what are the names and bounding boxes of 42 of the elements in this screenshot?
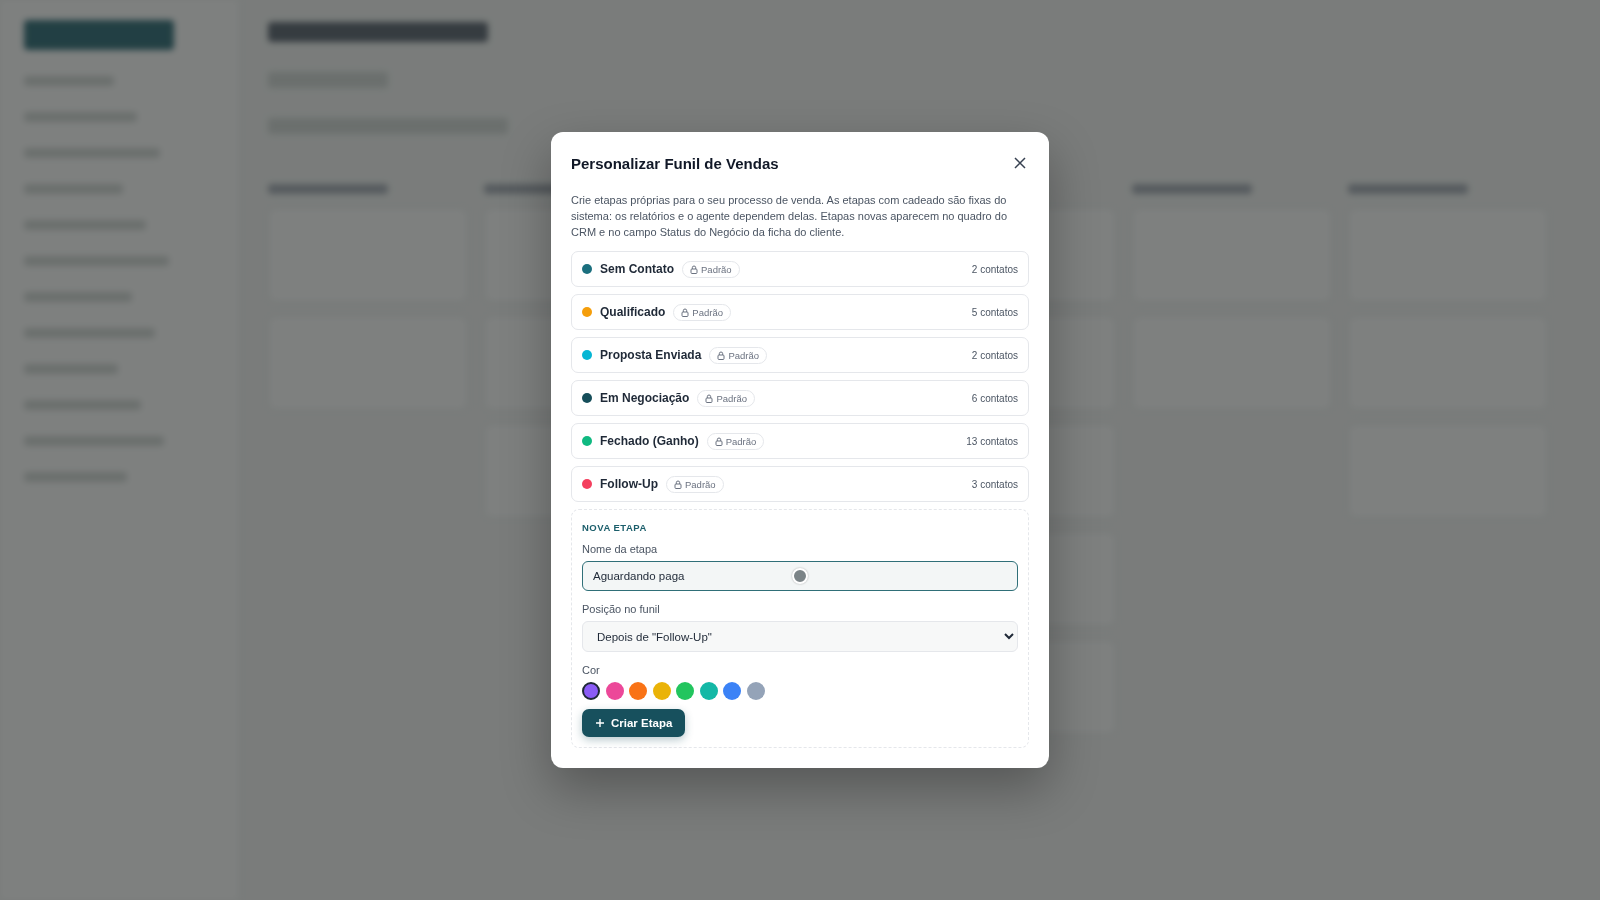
contact-count: 2 contatos bbox=[971, 263, 1018, 275]
color-swatch[interactable] bbox=[723, 682, 741, 700]
contact-count: 13 contatos bbox=[966, 435, 1018, 447]
color-swatch[interactable] bbox=[746, 682, 765, 700]
lock-icon bbox=[705, 393, 714, 403]
stage-name: Sem Contato bbox=[600, 262, 674, 276]
stage-name: Fechado (Ganho) bbox=[600, 434, 699, 448]
contact-count: 5 contatos bbox=[971, 306, 1018, 318]
color-swatch[interactable] bbox=[582, 682, 600, 700]
lock-icon bbox=[717, 350, 726, 360]
contact-count: 6 contatos bbox=[971, 392, 1018, 404]
stage-name: Qualificado bbox=[600, 305, 666, 319]
plus-icon bbox=[595, 718, 605, 728]
dialog-title: Personalizar Funil de Vendas bbox=[571, 154, 779, 172]
position-select[interactable]: Depois de "Follow-Up" bbox=[582, 621, 1018, 652]
color-swatch[interactable] bbox=[652, 682, 671, 700]
color-swatch[interactable] bbox=[605, 682, 624, 700]
badge-label: Padrão bbox=[685, 478, 716, 490]
stage-name: Em Negociação bbox=[600, 391, 690, 405]
dialog-description: Crie etapas próprias para o seu processo de venda. As etapas com cadeado são fixas do sistema: os relatórios e o agente dependem delas. Etapas novas aparecem no quadro do CRM e no campo Status do Negócio da ficha do cliente. bbox=[571, 193, 1008, 240]
lock-icon bbox=[681, 307, 690, 317]
color-swatch[interactable] bbox=[629, 682, 647, 700]
field-label: Nome da etapa bbox=[582, 543, 659, 555]
badge-label: Padrão bbox=[725, 435, 757, 447]
lock-icon bbox=[714, 436, 723, 446]
color-swatch[interactable] bbox=[699, 682, 718, 700]
contact-count: 3 contatos bbox=[971, 478, 1018, 490]
field-label: Cor bbox=[582, 664, 601, 676]
create-stage-button[interactable]: Criar Etapa bbox=[582, 709, 686, 737]
color-swatch[interactable] bbox=[676, 682, 694, 700]
stage-name: Follow-Up bbox=[600, 477, 658, 491]
badge-label: Padrão bbox=[716, 392, 747, 404]
badge-label: Padrão bbox=[692, 306, 723, 318]
field-label: Posição no funil bbox=[582, 603, 661, 615]
stage-name-field[interactable]: Aguardando paga bbox=[582, 561, 1018, 591]
lock-icon bbox=[674, 479, 682, 489]
contact-count: 2 contatos bbox=[971, 349, 1018, 361]
badge-label: Padrão bbox=[701, 263, 732, 275]
badge-label: Padrão bbox=[728, 349, 759, 361]
lock-icon bbox=[690, 264, 698, 274]
stage-name: Proposta Enviada bbox=[600, 348, 702, 362]
section-heading: NOVA ETAPA bbox=[582, 522, 648, 533]
